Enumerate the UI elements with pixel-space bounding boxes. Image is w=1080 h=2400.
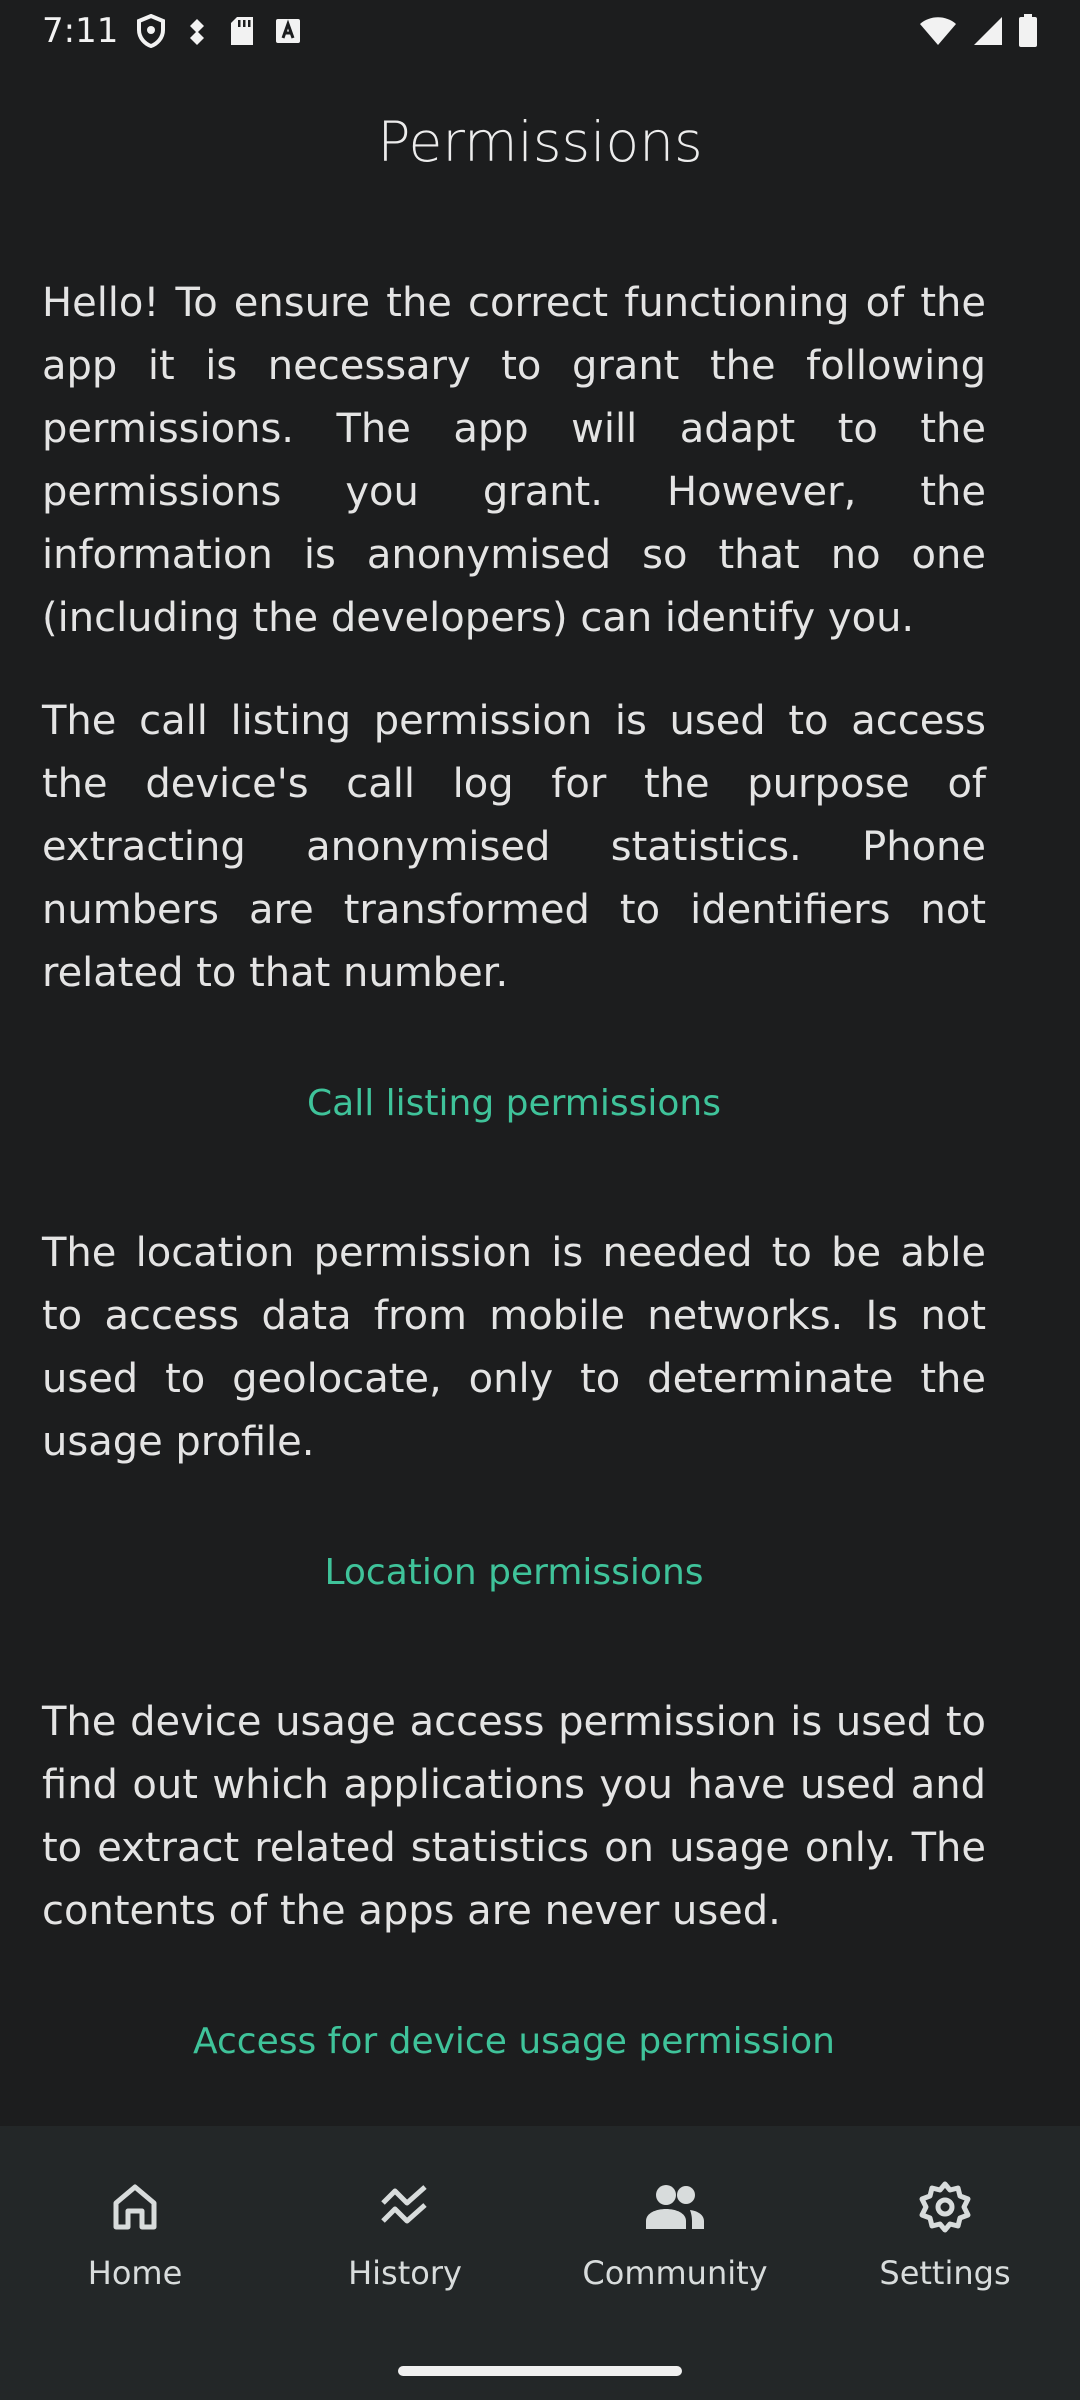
home-icon xyxy=(110,2174,160,2240)
nav-item-history[interactable]: History xyxy=(270,2174,540,2292)
bottom-navigation: Home History Community Settings xyxy=(0,2126,1080,2400)
nav-label-history: History xyxy=(348,2254,462,2292)
permissions-content: Hello! To ensure the correct functioning… xyxy=(42,272,986,2062)
status-bar: 7:11 xyxy=(0,0,1080,62)
nav-label-settings: Settings xyxy=(879,2254,1011,2292)
history-icon xyxy=(379,2174,431,2240)
battery-icon xyxy=(1018,14,1038,48)
location-permission-description: The location permission is needed to be … xyxy=(42,1230,986,1465)
page-title: Permissions xyxy=(377,110,703,174)
call-permission-description: The call listing permission is used to a… xyxy=(42,698,986,996)
nav-label-community: Community xyxy=(582,2254,768,2292)
nav-item-home[interactable]: Home xyxy=(0,2174,270,2292)
usage-permission-description: The device usage access permission is us… xyxy=(42,1699,986,1934)
community-icon xyxy=(644,2174,706,2240)
intro-text: Hello! To ensure the correct functioning… xyxy=(42,280,986,641)
font-a-icon xyxy=(274,17,302,45)
nav-item-settings[interactable]: Settings xyxy=(810,2174,1080,2292)
nav-item-community[interactable]: Community xyxy=(540,2174,810,2292)
usb-debug-icon xyxy=(184,16,210,46)
location-permissions-link[interactable]: Location permissions xyxy=(42,1552,986,1593)
cellular-signal-icon xyxy=(972,15,1004,47)
shield-icon xyxy=(136,14,166,48)
nav-label-home: Home xyxy=(87,2254,183,2292)
call-listing-permissions-link[interactable]: Call listing permissions xyxy=(42,1083,986,1124)
home-indicator[interactable] xyxy=(398,2366,682,2376)
device-usage-permission-link[interactable]: Access for device usage permission xyxy=(42,2021,986,2062)
sd-card-icon xyxy=(228,15,256,47)
status-time: 7:11 xyxy=(42,11,119,51)
settings-icon xyxy=(918,2174,972,2240)
wifi-icon xyxy=(918,15,958,47)
